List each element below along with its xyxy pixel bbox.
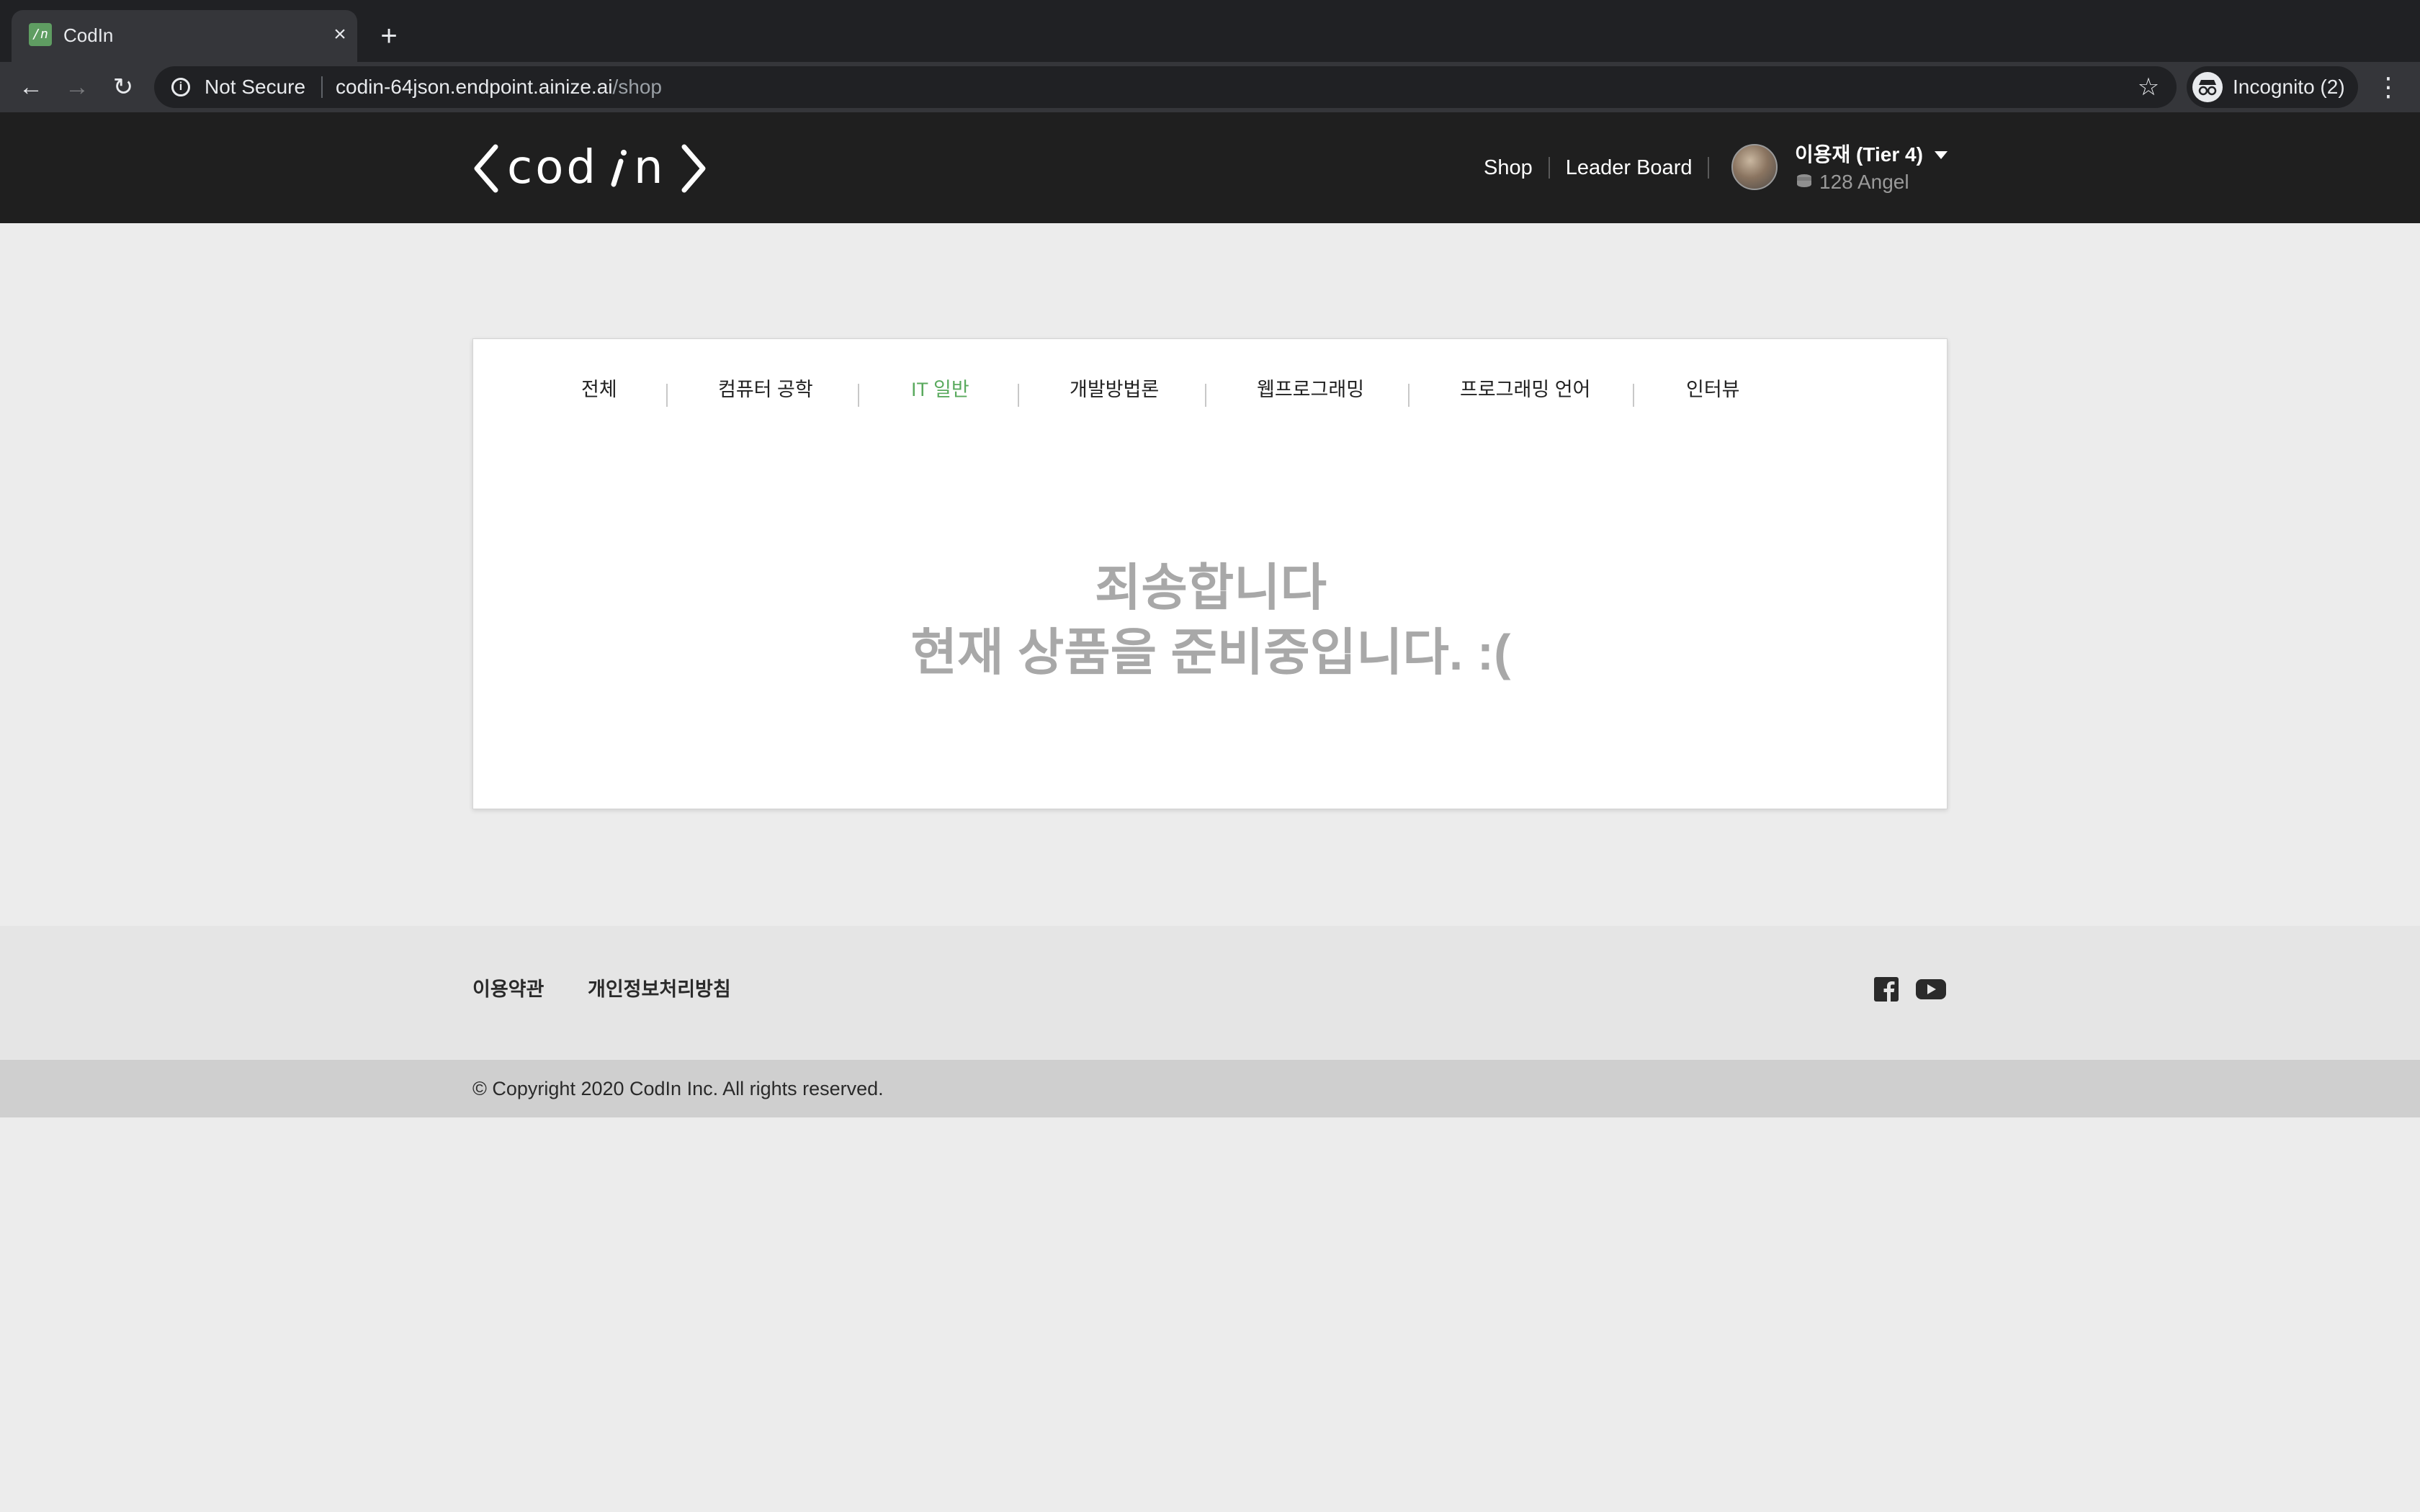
user-points: 128 Angel [1819, 171, 1909, 193]
tab-all[interactable]: 전체 [581, 375, 617, 404]
new-tab-button[interactable]: + [373, 20, 405, 52]
reload-icon[interactable]: ↻ [108, 72, 138, 102]
tab-divider [1205, 384, 1206, 407]
tab-divider [1018, 384, 1019, 407]
category-tabs: 전체 컴퓨터 공학 IT 일반 개발방법론 웹프로그래밍 프로그래밍 언어 인터… [473, 375, 1948, 407]
footer-link-privacy[interactable]: 개인정보처리방침 [588, 975, 731, 1004]
tab-title: CodIn [63, 24, 114, 46]
tab-computer-engineering[interactable]: 컴퓨터 공학 [718, 375, 813, 404]
info-icon[interactable]: i [171, 78, 190, 96]
facebook-icon[interactable] [1874, 976, 1899, 1002]
nav-link-leader-board[interactable]: Leader Board [1566, 156, 1693, 180]
incognito-badge[interactable]: Incognito (2) [2187, 66, 2358, 108]
browser-tab[interactable]: /n CodIn × [12, 10, 357, 62]
user-name[interactable]: 이용재 (Tier 4) [1795, 143, 1923, 167]
url-path: /shop [612, 76, 663, 98]
close-tab-icon[interactable]: × [327, 22, 353, 48]
avatar[interactable] [1731, 144, 1778, 190]
browser-toolbar: ← → ↻ i Not Secure codin-64json.endpoint… [0, 62, 2420, 112]
favicon-icon: /n [29, 23, 52, 46]
svg-text:cod: cod [507, 141, 599, 194]
copyright-text: © Copyright 2020 CodIn Inc. All rights r… [472, 1078, 884, 1099]
tab-interview[interactable]: 인터뷰 [1686, 375, 1740, 404]
svg-text:n: n [634, 141, 663, 194]
copyright-bar: © Copyright 2020 CodIn Inc. All rights r… [0, 1060, 2420, 1117]
address-bar[interactable]: i Not Secure codin-64json.endpoint.ainiz… [154, 66, 2177, 108]
tab-web-programming[interactable]: 웹프로그래밍 [1257, 375, 1364, 404]
menu-icon[interactable]: ⋮ [2374, 71, 2403, 104]
url-divider [321, 76, 323, 98]
star-icon[interactable]: ☆ [2135, 73, 2162, 101]
tab-divider [666, 384, 668, 407]
tab-it-general[interactable]: IT 일반 [911, 375, 969, 404]
browser-tab-strip: /n CodIn × + [0, 0, 2420, 62]
user-menu[interactable]: 이용재 (Tier 4) 128 Angel [1795, 143, 1968, 197]
empty-state-message: 죄송합니다 현재 상품을 준비중입니다. :( [473, 555, 1948, 685]
url-host: codin-64json.endpoint.ainize.ai [336, 76, 613, 98]
nav-link-shop[interactable]: Shop [1484, 156, 1533, 180]
site-header: cod n Shop Leader Board 이용재 (Tier 4) 128… [0, 112, 2420, 223]
codin-logo[interactable]: cod n [471, 141, 709, 196]
nav-divider [1548, 157, 1550, 179]
empty-state-line1: 죄송합니다 [1095, 559, 1327, 616]
back-icon[interactable]: ← [16, 72, 46, 102]
caret-down-icon[interactable] [1935, 151, 1948, 159]
header-nav: Shop Leader Board [1484, 156, 1725, 180]
security-label[interactable]: Not Secure [205, 75, 305, 99]
tab-dev-methodology[interactable]: 개발방법론 [1070, 375, 1159, 404]
empty-state-line2: 현재 상품을 준비중입니다. :( [910, 624, 1511, 680]
youtube-icon[interactable] [1916, 976, 1946, 1002]
tab-divider [858, 384, 859, 407]
tab-divider [1408, 384, 1410, 407]
footer: 이용약관 개인정보처리방침 [0, 926, 2420, 1060]
tab-programming-language[interactable]: 프로그래밍 언어 [1460, 375, 1590, 404]
nav-divider [1708, 157, 1710, 179]
forward-icon[interactable]: → [62, 72, 92, 102]
incognito-icon [2192, 72, 2223, 102]
coin-icon [1797, 174, 1811, 187]
footer-link-terms[interactable]: 이용약관 [472, 975, 544, 1004]
incognito-label: Incognito (2) [2233, 76, 2345, 98]
shop-card: 전체 컴퓨터 공학 IT 일반 개발방법론 웹프로그래밍 프로그래밍 언어 인터… [472, 338, 1948, 809]
tab-divider [1633, 384, 1634, 407]
url-text[interactable]: codin-64json.endpoint.ainize.ai/shop [336, 75, 662, 99]
